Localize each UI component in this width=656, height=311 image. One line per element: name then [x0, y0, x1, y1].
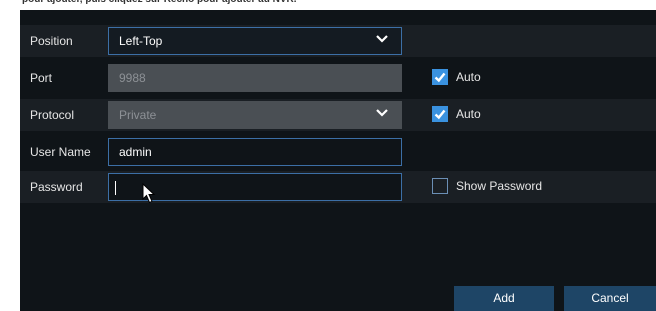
chevron-down-icon — [376, 109, 388, 117]
protocol-label: Protocol — [30, 108, 75, 122]
protocol-select[interactable]: Private — [108, 101, 402, 129]
port-label: Port — [30, 71, 53, 85]
mouse-pointer-icon — [142, 183, 156, 204]
text-caret — [115, 181, 116, 195]
position-value: Left-Top — [119, 34, 163, 48]
add-button[interactable]: Add — [454, 286, 554, 311]
add-device-form: Position Left-Top Port 9988 Auto Protoco… — [20, 10, 656, 311]
port-value: 9988 — [119, 71, 146, 85]
instruction-caption: pour ajouter, puis cliquez sur Recho pou… — [22, 0, 642, 8]
username-row: User Name admin — [20, 136, 656, 168]
checkmark-icon — [434, 109, 446, 120]
protocol-value: Private — [119, 108, 157, 122]
username-label: User Name — [30, 145, 91, 159]
position-row: Position Left-Top — [20, 25, 656, 57]
port-row: Port 9988 Auto — [20, 62, 656, 94]
checkbox-checked[interactable] — [432, 69, 448, 85]
port-input[interactable]: 9988 — [108, 64, 402, 92]
checkbox-checked[interactable] — [432, 106, 448, 122]
cancel-button[interactable]: Cancel — [564, 286, 656, 311]
protocol-auto-label: Auto — [456, 107, 481, 121]
position-label: Position — [30, 34, 73, 48]
username-input[interactable]: admin — [108, 138, 402, 166]
checkbox-unchecked[interactable] — [432, 178, 448, 194]
show-password-label: Show Password — [456, 179, 543, 193]
password-label: Password — [30, 180, 83, 194]
port-auto-label: Auto — [456, 70, 481, 84]
username-value: admin — [119, 145, 152, 159]
protocol-row: Protocol Private Auto — [20, 99, 656, 131]
position-select[interactable]: Left-Top — [108, 27, 402, 55]
chevron-down-icon — [376, 35, 388, 43]
checkmark-icon — [434, 72, 446, 83]
password-row: Password Show Password — [20, 171, 656, 203]
